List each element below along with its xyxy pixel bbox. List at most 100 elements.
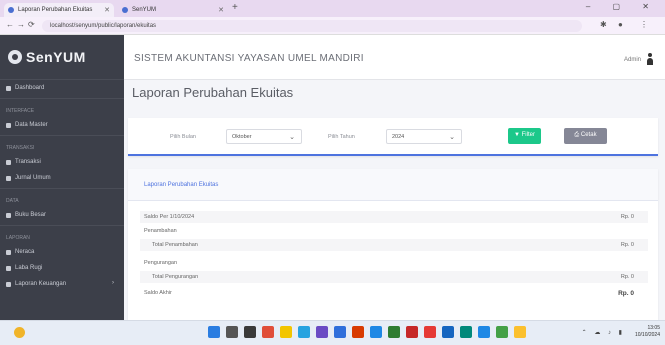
sidebar-item-buku-besar[interactable]: Buku Besar bbox=[0, 207, 124, 223]
row-value: Rp. 0 bbox=[620, 214, 634, 220]
app-icon[interactable] bbox=[424, 326, 436, 338]
print-button-label: Cetak bbox=[580, 132, 597, 138]
close-icon[interactable]: ✕ bbox=[104, 6, 110, 14]
sidebar: SenYUM Dashboard Interface Data Master T… bbox=[0, 35, 124, 320]
close-icon[interactable]: ✕ bbox=[218, 6, 224, 14]
forward-icon[interactable]: → bbox=[17, 20, 25, 29]
table-row: Total Pengurangan Rp. 0 bbox=[140, 271, 648, 283]
user-icon[interactable] bbox=[647, 53, 653, 65]
row-label: Total Pengurangan bbox=[152, 274, 199, 280]
browser-tab-bar: Laporan Perubahan Ekuitas ✕ SenYUM ✕ + –… bbox=[0, 0, 665, 17]
task-view-icon[interactable] bbox=[244, 326, 256, 338]
divider bbox=[0, 135, 124, 136]
url-text: localhost/senyum/public/laporan/ekuitas bbox=[50, 23, 157, 29]
sidebar-item-dashboard[interactable]: Dashboard bbox=[0, 80, 124, 96]
divider bbox=[0, 188, 124, 189]
window-controls[interactable]: – ▢ ✕ bbox=[586, 2, 659, 11]
sidebar-item-label: Neraca bbox=[15, 249, 35, 255]
menu-icon[interactable]: ⋮ bbox=[640, 20, 648, 29]
chart-icon bbox=[6, 265, 11, 271]
tab-title: Laporan Perubahan Ekuitas bbox=[18, 7, 93, 13]
row-label: Saldo Per 1/10/2024 bbox=[144, 214, 195, 220]
profile-icon[interactable]: ● bbox=[618, 20, 623, 29]
favicon-icon bbox=[122, 7, 128, 13]
year-value: 2024 bbox=[392, 134, 405, 140]
file-explorer-icon[interactable] bbox=[280, 326, 292, 338]
sidebar-heading: Data bbox=[6, 198, 19, 204]
sidebar-item-laba-rugi[interactable]: Laba Rugi bbox=[0, 260, 124, 276]
user-name[interactable]: Admin bbox=[624, 57, 641, 63]
clock[interactable]: 13:05 10/10/2024 bbox=[635, 325, 660, 339]
print-button[interactable]: ⎙ Cetak bbox=[564, 128, 607, 144]
app-icon[interactable] bbox=[262, 326, 274, 338]
weather-icon[interactable] bbox=[14, 327, 25, 338]
year-select[interactable]: 2024 ⌄ bbox=[386, 129, 462, 144]
clock-time: 13:05 bbox=[647, 325, 660, 331]
reload-icon[interactable]: ⟳ bbox=[28, 20, 35, 29]
address-bar: ← → ⟳ localhost/senyum/public/laporan/ek… bbox=[0, 17, 665, 35]
system-tray[interactable]: ⌃ ☁ ♪ ▮ bbox=[582, 329, 625, 336]
tab-title: SenYUM bbox=[132, 7, 157, 13]
sidebar-item-laporan-keuangan[interactable]: Laporan Keuangan › bbox=[0, 276, 124, 292]
search-icon[interactable] bbox=[226, 326, 238, 338]
table-row: Penambahan bbox=[140, 225, 648, 237]
sidebar-heading: Laporan bbox=[6, 235, 30, 241]
sidebar-heading: Interface bbox=[6, 108, 35, 114]
browser-tab[interactable]: Laporan Perubahan Ekuitas ✕ bbox=[4, 3, 114, 17]
filter-button[interactable]: ▼ Filter bbox=[508, 128, 541, 144]
extensions-icon[interactable]: ✱ bbox=[600, 20, 607, 29]
back-icon[interactable]: ← bbox=[6, 20, 14, 29]
start-icon[interactable] bbox=[208, 326, 220, 338]
clock-date: 10/10/2024 bbox=[634, 332, 660, 338]
row-label: Penambahan bbox=[144, 228, 177, 234]
app-icon[interactable] bbox=[316, 326, 328, 338]
sidebar-item-neraca[interactable]: Neraca bbox=[0, 244, 124, 260]
app-icon[interactable] bbox=[370, 326, 382, 338]
row-label: Saldo Akhir bbox=[144, 290, 172, 296]
sidebar-item-label: Laba Rugi bbox=[15, 265, 43, 271]
row-label: Pengurangan bbox=[144, 260, 178, 266]
sidebar-item-label: Laporan Keuangan bbox=[15, 281, 67, 287]
app-icon[interactable] bbox=[334, 326, 346, 338]
sidebar-item-label: Transaksi bbox=[15, 159, 41, 165]
new-tab-icon[interactable]: + bbox=[232, 2, 238, 13]
table-row: Total Penambahan Rp. 0 bbox=[140, 239, 648, 251]
app-icon[interactable] bbox=[460, 326, 472, 338]
dashboard-icon bbox=[6, 85, 11, 91]
journal-icon bbox=[6, 175, 11, 181]
table-row: Saldo Akhir Rp. 0 bbox=[140, 287, 648, 299]
sidebar-item-jurnal-umum[interactable]: Jurnal Umum bbox=[0, 170, 124, 186]
sidebar-item-transaksi[interactable]: Transaksi bbox=[0, 154, 124, 170]
brand[interactable]: SenYUM bbox=[0, 35, 124, 80]
transaction-icon bbox=[6, 159, 11, 165]
app-icon[interactable] bbox=[478, 326, 490, 338]
sidebar-item-data-master[interactable]: Data Master bbox=[0, 117, 124, 133]
report-card: Laporan Perubahan Ekuitas Saldo Per 1/10… bbox=[128, 169, 658, 320]
table-row: Pengurangan bbox=[140, 257, 648, 269]
app-title: SISTEM AKUNTANSI YAYASAN UMEL MANDIRI bbox=[134, 53, 364, 64]
chevron-down-icon: ⌄ bbox=[289, 134, 295, 141]
app-icon[interactable] bbox=[514, 326, 526, 338]
app-icon[interactable] bbox=[442, 326, 454, 338]
month-label: Pilih Bulan bbox=[170, 134, 196, 140]
chevron-down-icon: ⌄ bbox=[449, 134, 455, 141]
topbar: SISTEM AKUNTANSI YAYASAN UMEL MANDIRI Ad… bbox=[124, 35, 665, 80]
favicon-icon bbox=[8, 7, 14, 13]
month-select[interactable]: Oktober ⌄ bbox=[226, 129, 302, 144]
app-icon[interactable] bbox=[352, 326, 364, 338]
url-input[interactable]: localhost/senyum/public/laporan/ekuitas bbox=[42, 20, 582, 32]
row-value: Rp. 0 bbox=[620, 274, 634, 280]
app-icon[interactable] bbox=[496, 326, 508, 338]
edge-icon[interactable] bbox=[298, 326, 310, 338]
sidebar-item-label: Data Master bbox=[15, 122, 48, 128]
report-header: Laporan Perubahan Ekuitas bbox=[128, 169, 658, 201]
app-icon[interactable] bbox=[406, 326, 418, 338]
table-icon bbox=[6, 249, 11, 255]
logo-icon bbox=[8, 50, 22, 64]
sidebar-heading: Transaksi bbox=[6, 145, 35, 151]
chevron-right-icon: › bbox=[112, 280, 114, 286]
taskbar: ⌃ ☁ ♪ ▮ 13:05 10/10/2024 bbox=[0, 320, 665, 345]
month-value: Oktober bbox=[232, 134, 252, 140]
chrome-icon[interactable] bbox=[388, 326, 400, 338]
browser-tab[interactable]: SenYUM ✕ bbox=[118, 3, 228, 17]
